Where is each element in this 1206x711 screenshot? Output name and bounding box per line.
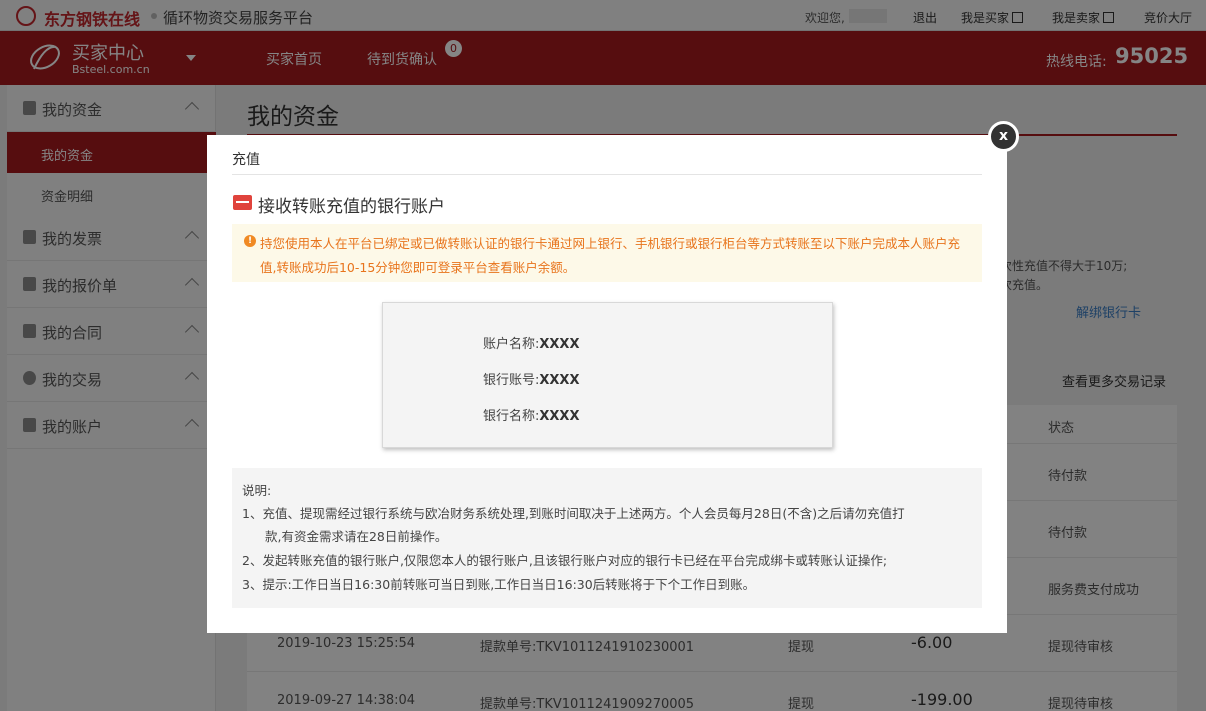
bank-name-value: XXXX bbox=[539, 409, 580, 424]
instructions-box: 说明: 1、充值、提现需经过银行系统与欧冶财务系统处理,到账时间取决于上述两方。… bbox=[232, 468, 982, 608]
account-name-value: XXXX bbox=[539, 337, 580, 352]
bank-name-label: 银行名称: bbox=[483, 409, 540, 424]
account-number-row: 银行账号:XXXX bbox=[483, 369, 579, 388]
bank-account-card: 账户名称:XXXX 银行账号:XXXX 银行名称:XXXX bbox=[382, 302, 833, 448]
account-name-row: 账户名称:XXXX bbox=[483, 333, 579, 352]
info-icon: ! bbox=[244, 235, 256, 247]
account-number-label: 银行账号: bbox=[483, 373, 540, 388]
instruction-line: 3、提示:工作日当日16:30前转账可当日到账,工作日当日16:30后转账将于下… bbox=[242, 577, 756, 592]
instructions-heading: 说明: bbox=[242, 483, 272, 498]
tip-text: 持您使用本人在平台已绑定或已做转账认证的银行卡通过网上银行、手机银行或银行柜台等… bbox=[260, 236, 961, 275]
instruction-line: 1、充值、提现需经过银行系统与欧冶财务系统处理,到账时间取决于上述两方。个人会员… bbox=[242, 506, 905, 521]
bank-name-row: 银行名称:XXXX bbox=[483, 405, 579, 424]
section-title: 接收转账充值的银行账户 bbox=[258, 197, 445, 217]
instruction-line: 2、发起转账充值的银行账户,仅限您本人的银行账户,且该银行账户对应的银行卡已经在… bbox=[242, 553, 888, 568]
account-number-value: XXXX bbox=[539, 373, 580, 388]
bank-card-icon bbox=[233, 195, 252, 210]
close-button[interactable]: x bbox=[988, 121, 1019, 152]
modal-title: 充值 bbox=[232, 152, 260, 168]
instruction-line: 款,有资金需求请在28日前操作。 bbox=[265, 529, 448, 544]
modal-divider bbox=[232, 174, 982, 175]
recharge-tip: ! 持您使用本人在平台已绑定或已做转账认证的银行卡通过网上银行、手机银行或银行柜… bbox=[232, 224, 982, 282]
account-name-label: 账户名称: bbox=[483, 337, 540, 352]
recharge-modal: 充值 接收转账充值的银行账户 ! 持您使用本人在平台已绑定或已做转账认证的银行卡… bbox=[207, 135, 1007, 633]
